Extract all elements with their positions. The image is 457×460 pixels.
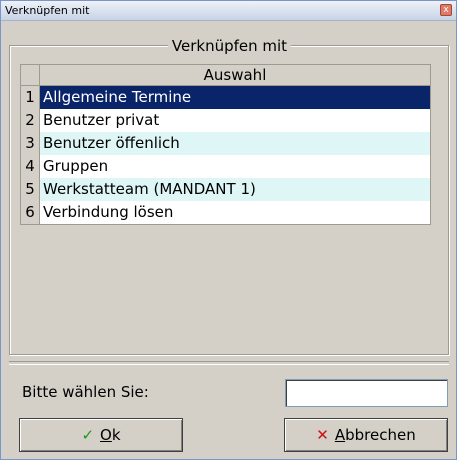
cancel-button[interactable]: ✕ Abbrechen	[284, 418, 448, 452]
table-row[interactable]: 4 Gruppen	[21, 155, 430, 178]
ok-button-label: Ok	[100, 426, 121, 444]
window-title: Verknüpfen mit	[5, 4, 90, 17]
cross-icon: ✕	[316, 426, 329, 444]
row-number: 4	[21, 155, 40, 178]
ok-rest: k	[111, 426, 121, 444]
close-icon[interactable]: x	[440, 4, 452, 16]
row-number: 3	[21, 132, 40, 155]
cancel-button-label: Abbrechen	[335, 426, 416, 444]
row-label[interactable]: Benutzer privat	[40, 109, 430, 132]
row-label[interactable]: Werkstatteam (MANDANT 1)	[40, 178, 430, 201]
grid-header-label[interactable]: Auswahl	[40, 65, 430, 85]
row-number: 6	[21, 201, 40, 224]
table-row[interactable]: 2 Benutzer privat	[21, 109, 430, 132]
row-number: 5	[21, 178, 40, 201]
title-bar[interactable]: Verknüpfen mit x	[1, 1, 456, 21]
row-label[interactable]: Allgemeine Termine	[40, 86, 430, 109]
dialog-window: Verknüpfen mit x Verknüpfen mit Auswahl …	[0, 0, 457, 460]
row-label[interactable]: Verbindung lösen	[40, 201, 430, 224]
grid-header-corner	[21, 65, 40, 85]
row-label[interactable]: Gruppen	[40, 155, 430, 178]
table-row[interactable]: 6 Verbindung lösen	[21, 201, 430, 224]
cancel-accel: A	[334, 426, 346, 444]
table-row[interactable]: 3 Benutzer öffenlich	[21, 132, 430, 155]
row-number: 1	[21, 86, 40, 109]
selection-grid: Auswahl 1 Allgemeine Termine 2 Benutzer …	[20, 64, 431, 225]
separator	[9, 361, 449, 365]
checkmark-icon: ✓	[81, 426, 95, 444]
row-number: 2	[21, 109, 40, 132]
ok-accel: O	[100, 426, 112, 444]
cancel-rest: bbrechen	[345, 426, 416, 444]
row-label[interactable]: Benutzer öffenlich	[40, 132, 430, 155]
grid-header: Auswahl	[21, 65, 430, 86]
table-row[interactable]: 5 Werkstatteam (MANDANT 1)	[21, 178, 430, 201]
table-row[interactable]: 1 Allgemeine Termine	[21, 86, 430, 109]
selection-input[interactable]	[285, 379, 448, 407]
prompt-label: Bitte wählen Sie:	[22, 383, 149, 401]
ok-button[interactable]: ✓ Ok	[19, 418, 183, 452]
